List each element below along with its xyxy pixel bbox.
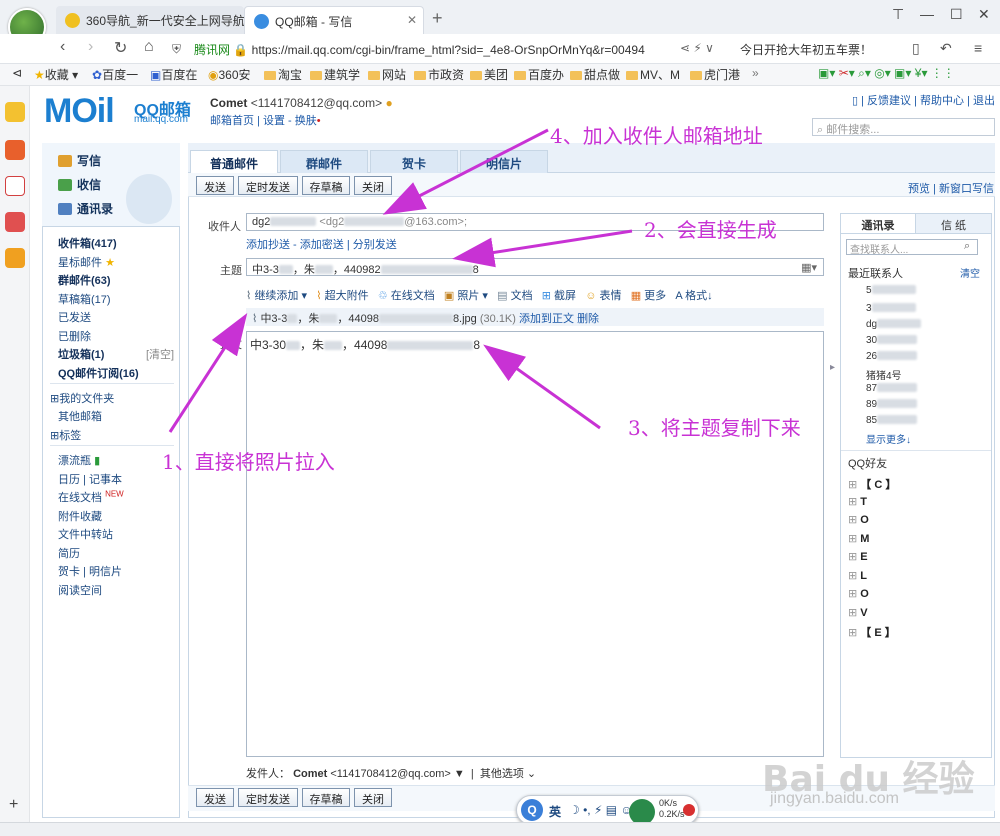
annotation-arrows — [168, 128, 633, 433]
ime-tools-icons[interactable]: ☽ •, ⚡ ▤ ☺ — [569, 803, 633, 817]
arrow-2 — [452, 229, 633, 268]
baidu-watermark-url: jingyan.baidu.com — [770, 790, 899, 807]
arrow-1 — [168, 312, 248, 433]
ime-logo-icon: Q — [521, 799, 543, 821]
ime-toolbar[interactable]: Q 英 ☽ •, ⚡ ▤ ☺ 0K/s 0.2K/s — [516, 795, 699, 825]
browser-status-bar — [0, 822, 1000, 836]
network-speed: 0K/s 0.2K/s — [659, 798, 685, 820]
add-badge-icon — [683, 804, 695, 816]
annotation-1: 1、直接将照片拉入 — [162, 450, 335, 474]
ime-mode[interactable]: 英 — [549, 803, 561, 820]
annotation-2: 2、会直接生成 — [644, 218, 777, 242]
speed-up: 0K/s — [659, 798, 678, 808]
speed-down: 0.2K/s — [659, 809, 685, 819]
annotation-4: 4、加入收件人邮箱地址 — [550, 124, 763, 148]
arrow-4 — [382, 128, 549, 215]
annotation-3: 3、将主题复制下来 — [628, 416, 801, 440]
arrow-3 — [483, 344, 601, 430]
